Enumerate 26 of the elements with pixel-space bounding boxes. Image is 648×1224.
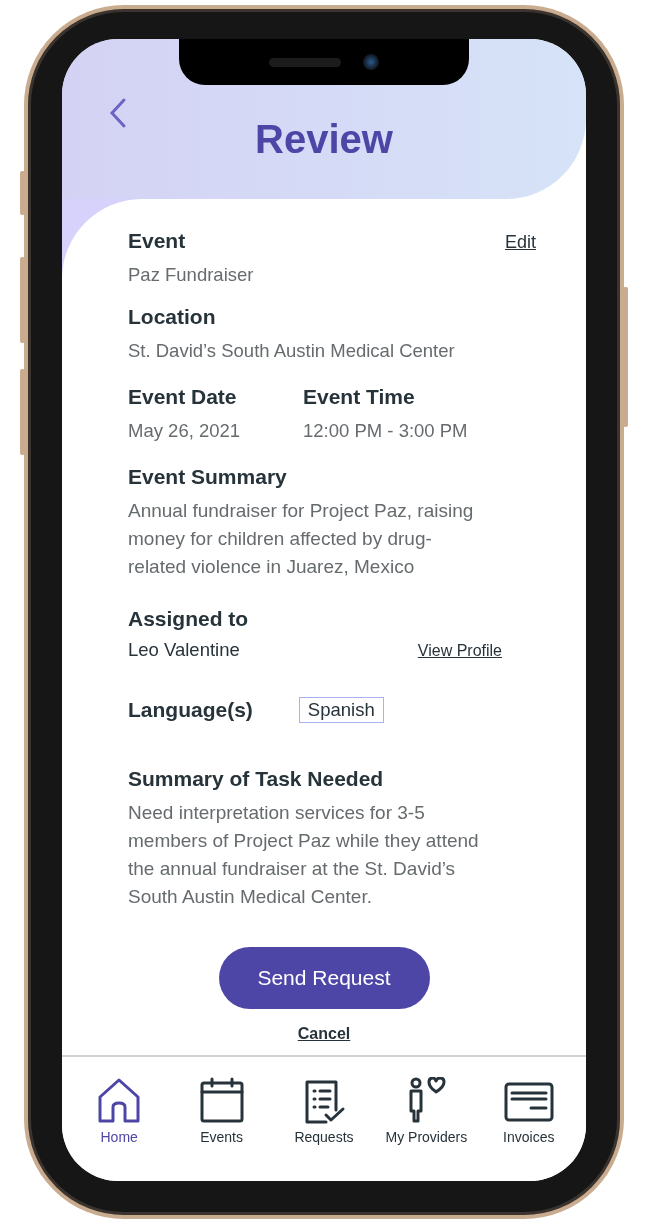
nav-tab[interactable]: My Providers [378,1077,475,1145]
section-label: Location [128,305,217,329]
edit-link[interactable]: Edit [504,232,536,253]
send-request-button[interactable]: Send Request [218,947,430,1009]
nav-tab[interactable]: Events [173,1077,270,1145]
section-label: Event Summary [128,465,288,489]
nav-tab[interactable]: Requests [275,1077,372,1145]
section-label: Event [128,229,186,253]
schedule-value: 12:00 PM - 3:00 PM [303,419,468,443]
view-profile-link[interactable]: View Profile [417,642,502,660]
schedule-value: May 26, 2021 [128,419,242,443]
cancel-link[interactable]: Cancel [297,1025,351,1043]
location-value: St. David’s South Austin Medical Center [128,339,456,363]
section-label: Assigned to [128,607,250,631]
section-label: Event Date [128,385,238,409]
nav-tab[interactable]: Home [71,1077,168,1145]
page-title: Review [255,116,393,162]
section-label: Event Time [303,385,416,409]
summary-text: Annual fundraiser for Project Paz, raising money for children affected by drug-related violence in Juarez, Mexico [128,499,475,579]
task-text: Need interpretation services for 3-5 members of Project Paz while they attend the annual fundraiser at the St. David’s South Austin Medical Center. [128,801,480,909]
assignee-name: Leo Valentine [128,639,240,661]
section-label: Summary of Task Needed [128,767,385,791]
language-tag: Spanish [298,697,384,723]
event-name: Paz Fundraiser [128,263,255,287]
nav-tab[interactable]: Invoices [480,1077,577,1145]
section-label: Language(s) [128,698,253,722]
